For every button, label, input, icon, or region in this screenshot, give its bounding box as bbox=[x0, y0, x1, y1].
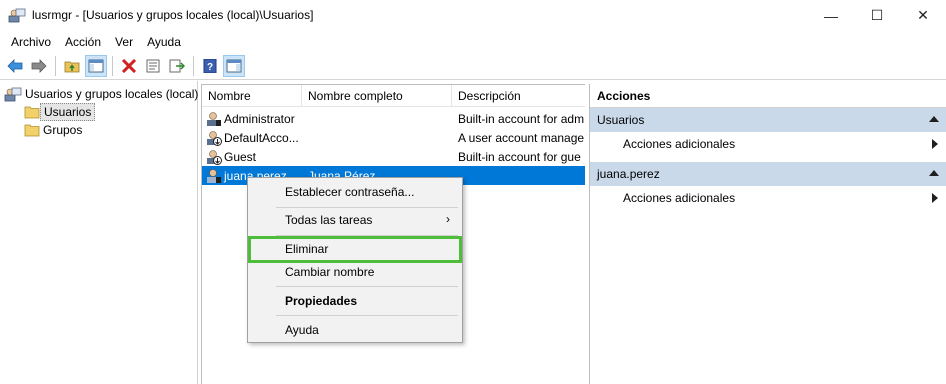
action-section-label: juana.perez bbox=[597, 167, 660, 181]
menu-ver[interactable]: Ver bbox=[108, 32, 140, 52]
context-menu: Establecer contraseña... Todas las tarea… bbox=[247, 177, 463, 343]
toolbar-separator bbox=[55, 56, 56, 76]
user-description: Built-in account for adm bbox=[458, 111, 585, 126]
toolbar-separator bbox=[193, 56, 194, 76]
disabled-user-icon bbox=[207, 149, 222, 165]
action-section-usuarios[interactable]: Usuarios bbox=[590, 108, 946, 132]
user-icon bbox=[207, 111, 221, 126]
menu-item-label: Ayuda bbox=[285, 323, 319, 337]
user-description: A user account manage bbox=[458, 130, 585, 145]
user-name: DefaultAcco... bbox=[224, 130, 299, 145]
submenu-arrow-icon bbox=[932, 193, 938, 203]
toolbar: ? bbox=[0, 53, 946, 80]
menu-item-label: Propiedades bbox=[285, 294, 358, 308]
users-groups-icon bbox=[4, 87, 22, 102]
menu-bar: Archivo Acción Ver Ayuda bbox=[0, 31, 946, 53]
menu-separator bbox=[276, 207, 458, 208]
properties-icon[interactable] bbox=[142, 55, 164, 77]
tree-item-grupos[interactable]: Grupos bbox=[24, 121, 85, 139]
tree-item-label: Grupos bbox=[43, 123, 83, 137]
menu-ayuda[interactable]: Ayuda bbox=[140, 32, 188, 52]
action-section-juana-perez[interactable]: juana.perez bbox=[590, 162, 946, 186]
column-header-descripcion[interactable]: Descripción bbox=[452, 85, 585, 107]
menu-separator bbox=[276, 315, 458, 316]
table-row[interactable]: Administrator Built-in account for adm bbox=[202, 109, 585, 128]
show-hide-tree-icon[interactable] bbox=[85, 55, 107, 77]
folder-icon bbox=[24, 124, 40, 137]
user-icon bbox=[207, 168, 221, 183]
title-bar: lusrmgr - [Usuarios y grupos locales (lo… bbox=[0, 0, 946, 31]
menu-item-label: Cambiar nombre bbox=[285, 265, 375, 279]
folder-icon bbox=[24, 106, 40, 119]
column-header-nombre[interactable]: Nombre bbox=[202, 85, 302, 107]
svg-text:?: ? bbox=[207, 62, 213, 73]
menu-item-establecer-contrasena[interactable]: Establecer contraseña... bbox=[250, 181, 460, 203]
user-name: Administrator bbox=[224, 111, 295, 126]
help-icon[interactable]: ? bbox=[199, 55, 221, 77]
action-item-label: Acciones adicionales bbox=[623, 137, 736, 151]
action-pane: Acciones Usuarios Acciones adicionales j… bbox=[589, 84, 946, 384]
menu-item-label: Establecer contraseña... bbox=[285, 185, 415, 199]
action-item-acciones-adicionales[interactable]: Acciones adicionales bbox=[590, 186, 946, 210]
delete-icon[interactable] bbox=[118, 55, 140, 77]
user-name: Guest bbox=[224, 149, 257, 164]
minimize-button[interactable]: — bbox=[808, 0, 854, 31]
export-list-icon[interactable] bbox=[166, 55, 188, 77]
toolbar-separator bbox=[112, 56, 113, 76]
menu-item-label: Eliminar bbox=[285, 242, 329, 256]
menu-separator bbox=[276, 286, 458, 287]
tree-item-label: Usuarios bbox=[40, 103, 96, 121]
list-header: Nombre Nombre completo Descripción bbox=[202, 85, 585, 107]
submenu-chevron-icon: › bbox=[446, 212, 450, 226]
menu-accion[interactable]: Acción bbox=[58, 32, 108, 52]
users-groups-app-icon bbox=[8, 7, 26, 23]
show-hide-action-pane-icon[interactable] bbox=[223, 55, 245, 77]
menu-item-propiedades[interactable]: Propiedades bbox=[250, 290, 460, 312]
console-tree: Usuarios y grupos locales (local) Usuari… bbox=[0, 81, 198, 384]
menu-item-eliminar[interactable]: Eliminar bbox=[250, 238, 460, 260]
action-item-label: Acciones adicionales bbox=[623, 191, 736, 205]
forward-arrow-icon[interactable] bbox=[28, 55, 50, 77]
collapse-triangle-icon bbox=[929, 116, 939, 122]
action-item-acciones-adicionales[interactable]: Acciones adicionales bbox=[590, 132, 946, 156]
action-section-label: Usuarios bbox=[597, 113, 645, 127]
menu-item-label: Todas las tareas bbox=[285, 213, 373, 227]
close-button[interactable]: ✕ bbox=[900, 0, 946, 31]
maximize-button[interactable]: ☐ bbox=[854, 0, 900, 31]
table-row[interactable]: DefaultAcco... A user account manage bbox=[202, 128, 585, 147]
table-row[interactable]: Guest Built-in account for gue bbox=[202, 147, 585, 166]
menu-item-ayuda[interactable]: Ayuda bbox=[250, 319, 460, 341]
collapse-triangle-icon bbox=[929, 170, 939, 176]
actions-title: Acciones bbox=[590, 84, 946, 108]
window-title: lusrmgr - [Usuarios y grupos locales (lo… bbox=[32, 8, 314, 22]
disabled-user-icon bbox=[207, 130, 222, 146]
user-description: Built-in account for gue bbox=[458, 149, 581, 164]
submenu-arrow-icon bbox=[932, 139, 938, 149]
tree-item-usuarios[interactable]: Usuarios bbox=[24, 103, 96, 121]
menu-archivo[interactable]: Archivo bbox=[4, 32, 58, 52]
menu-separator bbox=[276, 235, 458, 236]
tree-root-label: Usuarios y grupos locales (local) bbox=[25, 87, 199, 101]
back-arrow-icon[interactable] bbox=[4, 55, 26, 77]
tree-root[interactable]: Usuarios y grupos locales (local) bbox=[4, 85, 201, 103]
column-header-nombre-completo[interactable]: Nombre completo bbox=[302, 85, 452, 107]
up-folder-icon[interactable] bbox=[61, 55, 83, 77]
menu-item-todas-las-tareas[interactable]: Todas las tareas › bbox=[250, 209, 460, 231]
actions-title-label: Acciones bbox=[597, 88, 651, 103]
menu-item-cambiar-nombre[interactable]: Cambiar nombre bbox=[250, 261, 460, 283]
